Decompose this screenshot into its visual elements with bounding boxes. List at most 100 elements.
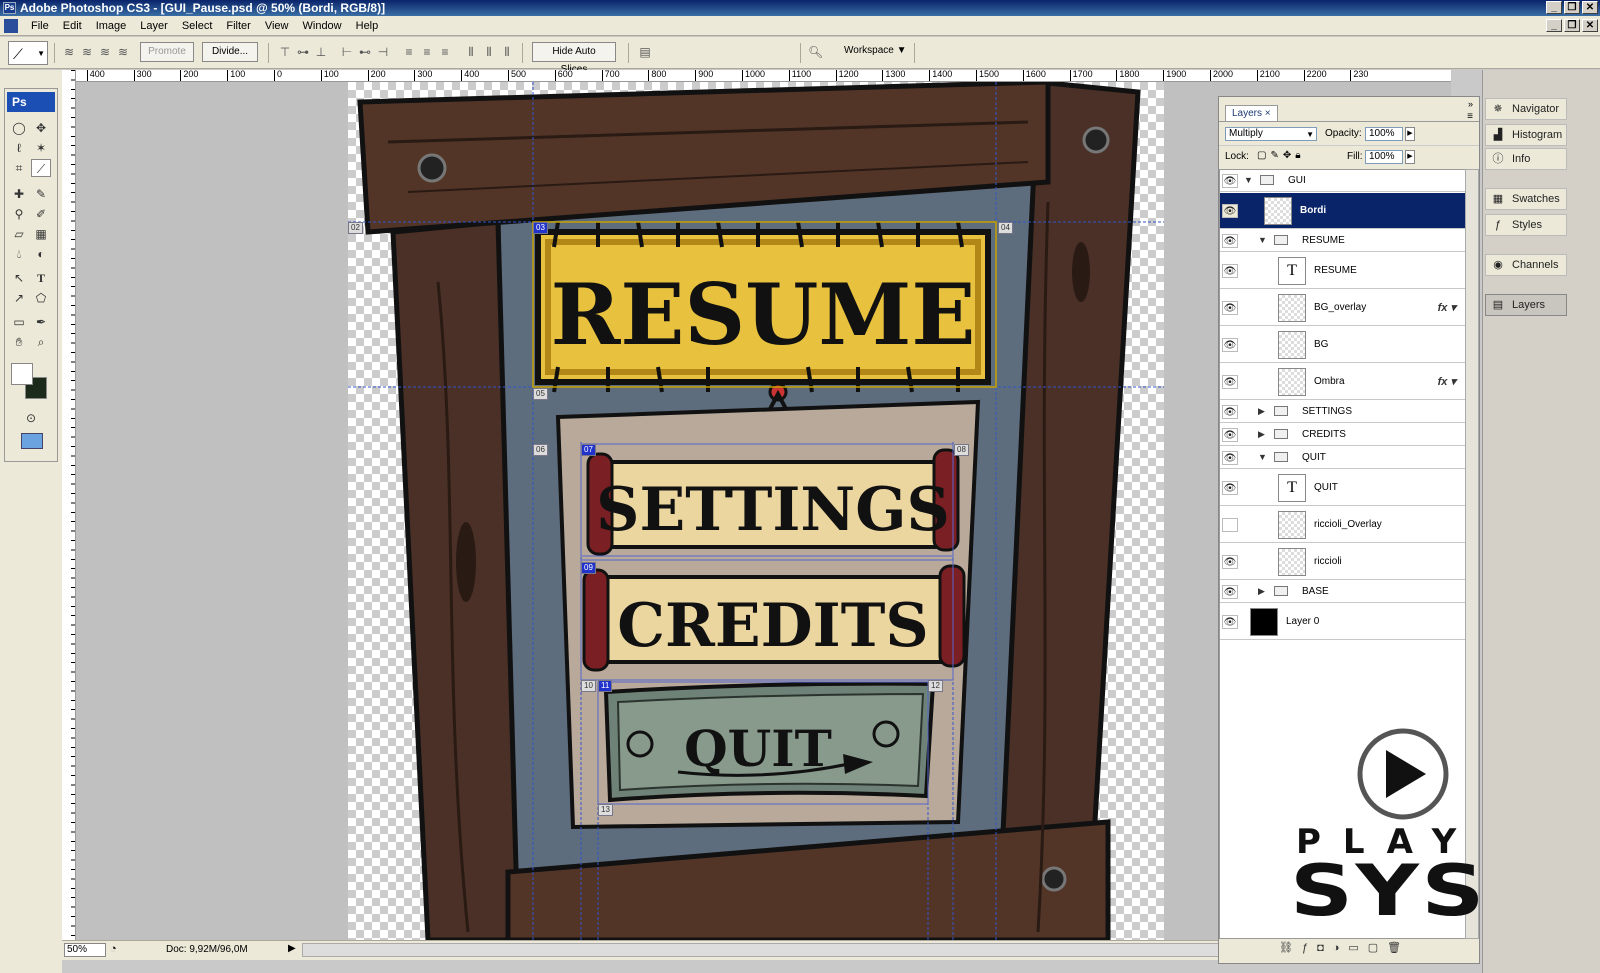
screen-mode-icon[interactable] <box>21 433 43 449</box>
layer-row-bg-overlay[interactable]: 👁︎ BG_overlay fx ▾ <box>1220 290 1466 326</box>
marquee-tool-icon[interactable]: ◯ <box>9 119 29 137</box>
minimize-button[interactable]: _ <box>1546 1 1562 14</box>
promote-button[interactable]: Promote <box>140 42 194 62</box>
restore-button[interactable]: ❐ <box>1564 1 1580 14</box>
layer-row-layer-0[interactable]: 👁︎ Layer 0 <box>1220 604 1466 640</box>
panel-collapse-icon[interactable]: » <box>1468 99 1473 109</box>
zoom-tool-icon[interactable]: ⌕ <box>31 333 51 351</box>
status-menu-arrow-icon[interactable]: ▶ <box>288 943 296 954</box>
menu-view[interactable]: View <box>258 16 296 36</box>
layer-row-riccioli-overlay[interactable]: riccioli_Overlay <box>1220 507 1466 543</box>
slice-options-icon[interactable]: ▤ <box>638 45 652 59</box>
distribute-left-icon[interactable]: ⫴ <box>464 45 478 59</box>
slice-badge-10[interactable]: 10 <box>581 680 596 692</box>
shape-tool-icon[interactable]: ⬠ <box>31 289 51 307</box>
menu-file[interactable]: File <box>24 16 56 36</box>
dock-histogram[interactable]: ▟ Histogram <box>1485 124 1567 146</box>
history-brush-icon[interactable]: ✐ <box>31 205 51 223</box>
close-button[interactable]: ✕ <box>1582 1 1598 14</box>
align-right-icon[interactable]: ⊣ <box>376 45 390 59</box>
align-hcenter-icon[interactable]: ⊷ <box>358 45 372 59</box>
file-browser-icon[interactable]: 🔍︎ <box>808 45 823 59</box>
dock-swatches[interactable]: ▦ Swatches <box>1485 188 1567 210</box>
menu-layer[interactable]: Layer <box>133 16 175 36</box>
direct-select-icon[interactable]: ↗ <box>9 289 29 307</box>
zoom-level-field[interactable]: 50% <box>64 943 106 957</box>
visibility-eye-icon[interactable]: 👁︎ <box>1222 428 1238 442</box>
expanded-triangle-icon[interactable]: ▼ <box>1258 235 1267 245</box>
dock-layers[interactable]: ▤ Layers <box>1485 294 1567 316</box>
magic-wand-tool-icon[interactable]: ✶ <box>31 139 51 157</box>
dock-channels[interactable]: ◉ Channels <box>1485 254 1567 276</box>
menu-help[interactable]: Help <box>349 16 386 36</box>
visibility-eye-icon[interactable]: 👁︎ <box>1222 174 1238 188</box>
layer-row-quit[interactable]: 👁︎ ▼ QUIT <box>1220 447 1466 469</box>
dock-info[interactable]: ⓘ Info <box>1485 148 1567 170</box>
slice-badge-08[interactable]: 08 <box>954 444 969 456</box>
hide-auto-slices-button[interactable]: Hide Auto Slices <box>532 42 616 75</box>
layer-row-ombra[interactable]: 👁︎ Ombra fx ▾ <box>1220 364 1466 400</box>
bring-forward-icon[interactable]: ≋ <box>80 45 94 59</box>
visibility-eye-icon[interactable]: 👁︎ <box>1222 481 1238 495</box>
fill-slider-button[interactable]: ▶ <box>1405 150 1415 164</box>
slice-badge-04[interactable]: 04 <box>998 222 1013 234</box>
layer-row-riccioli[interactable]: 👁︎ riccioli <box>1220 544 1466 580</box>
align-left-icon[interactable]: ⊢ <box>340 45 354 59</box>
tab-layers[interactable]: Layers × <box>1225 105 1278 122</box>
collapsed-triangle-icon[interactable]: ▶ <box>1258 406 1265 417</box>
clone-stamp-icon[interactable]: ⚲ <box>9 205 29 223</box>
visibility-eye-icon[interactable] <box>1222 518 1238 532</box>
align-bottom-icon[interactable]: ⊥ <box>314 45 328 59</box>
slice-tool-icon[interactable]: ⟋ <box>31 159 51 177</box>
doc-restore-button[interactable]: ❐ <box>1564 19 1580 32</box>
distribute-right-icon[interactable]: ⫴ <box>500 45 514 59</box>
lock-options-icons[interactable]: ▢✎✥🔒︎ <box>1257 150 1305 161</box>
distribute-bottom-icon[interactable]: ≡ <box>438 45 452 59</box>
layer-footer-icons[interactable]: ⛓ƒ◘◑▭▢🗑︎ <box>1279 941 1410 954</box>
menu-select[interactable]: Select <box>175 16 220 36</box>
visibility-eye-icon[interactable]: 👁︎ <box>1222 234 1238 248</box>
send-backward-icon[interactable]: ≋ <box>98 45 112 59</box>
layer-row-credits[interactable]: 👁︎ ▶ CREDITS <box>1220 424 1466 446</box>
layer-effects-icon[interactable]: fx ▾ <box>1438 375 1456 388</box>
opacity-field[interactable]: 100% <box>1365 127 1403 141</box>
slice-badge-11[interactable]: 11 <box>598 680 613 692</box>
layer-row-resume[interactable]: 👁︎ ▼ RESUME <box>1220 230 1466 252</box>
blur-tool-icon[interactable]: 💧︎ <box>9 245 29 263</box>
doc-minimize-button[interactable]: _ <box>1546 19 1562 32</box>
align-vcenter-icon[interactable]: ⊶ <box>296 45 310 59</box>
healing-brush-icon[interactable]: ✚ <box>9 185 29 203</box>
status-info-icon[interactable]: ◔ <box>110 943 117 955</box>
visibility-eye-icon[interactable]: 👁︎ <box>1222 585 1238 599</box>
slice-badge-02[interactable]: 02 <box>348 222 363 234</box>
visibility-eye-icon[interactable]: 👁︎ <box>1222 375 1238 389</box>
blend-mode-select[interactable]: Multiply ▼ <box>1225 127 1317 141</box>
layer-row-quit[interactable]: 👁︎ T QUIT <box>1220 470 1466 506</box>
dock-navigator[interactable]: ✵ Navigator <box>1485 98 1567 120</box>
hand-tool-icon[interactable]: ✋︎ <box>9 333 29 351</box>
menu-filter[interactable]: Filter <box>219 16 257 36</box>
menu-window[interactable]: Window <box>296 16 349 36</box>
eyedropper-tool-icon[interactable]: ✒ <box>31 313 51 331</box>
notes-tool-icon[interactable]: ▭ <box>9 313 29 331</box>
expanded-triangle-icon[interactable]: ▼ <box>1244 175 1253 185</box>
collapsed-triangle-icon[interactable]: ▶ <box>1258 429 1265 440</box>
workspace-menu[interactable]: Workspace ▼ <box>844 45 907 56</box>
align-top-icon[interactable]: ⊤ <box>278 45 292 59</box>
visibility-eye-icon[interactable]: 👁︎ <box>1222 615 1238 629</box>
distribute-hcenter-icon[interactable]: ⫴ <box>482 45 496 59</box>
divide-button[interactable]: Divide... <box>202 42 258 62</box>
gradient-tool-icon[interactable]: ▦ <box>31 225 51 243</box>
layer-row-bg[interactable]: 👁︎ BG <box>1220 327 1466 363</box>
close-tab-icon[interactable]: × <box>1265 108 1271 119</box>
slice-badge-12[interactable]: 12 <box>928 680 943 692</box>
move-tool-icon[interactable]: ✥ <box>31 119 51 137</box>
slice-badge-13[interactable]: 13 <box>598 804 613 816</box>
distribute-vcenter-icon[interactable]: ≡ <box>420 45 434 59</box>
opacity-slider-button[interactable]: ▶ <box>1405 127 1415 141</box>
layer-row-base[interactable]: 👁︎ ▶ BASE <box>1220 581 1466 603</box>
visibility-eye-icon[interactable]: 👁︎ <box>1222 405 1238 419</box>
bring-to-front-icon[interactable]: ≋ <box>62 45 76 59</box>
menu-edit[interactable]: Edit <box>56 16 89 36</box>
slice-badge-06[interactable]: 06 <box>533 444 548 456</box>
